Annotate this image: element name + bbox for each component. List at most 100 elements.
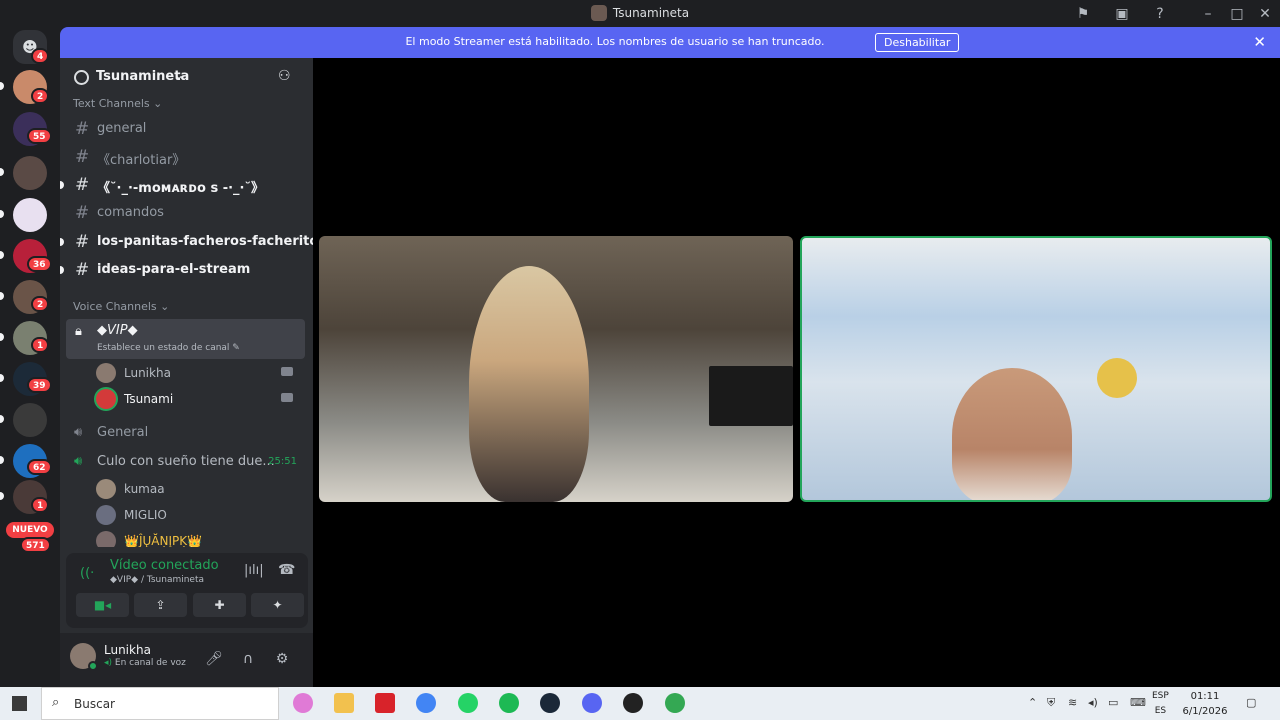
camera-button[interactable]: ■◂ <box>76 593 129 617</box>
disconnect-icon[interactable]: ☎ <box>278 562 295 578</box>
channel-status[interactable]: Establece un estado de canal ✎ <box>97 343 240 353</box>
soundboard-button[interactable]: ✦ <box>251 593 304 617</box>
video-tile-tsunami[interactable] <box>800 236 1272 502</box>
user-status: ◂) En canal de voz <box>104 658 186 668</box>
file-explorer-icon[interactable] <box>334 693 354 713</box>
clock-date: 6/1/2026 <box>1182 706 1228 717</box>
channel-name: general <box>97 121 147 136</box>
battery-icon[interactable]: ▭ <box>1108 696 1118 709</box>
voice-user[interactable]: Tsunami <box>96 387 301 411</box>
channel-sidebar: Tsunamineta ⌄ ⚇ Text Channels ⌄ # genera… <box>60 58 326 687</box>
headphones-icon[interactable]: ∩ <box>238 649 258 669</box>
hash-icon: # <box>75 232 90 252</box>
unread-badge: 62 <box>27 459 52 475</box>
unread-badge: 4 <box>31 48 50 64</box>
voice-user-name: Lunikha <box>124 366 171 380</box>
participant-video <box>469 266 589 502</box>
guild-header[interactable]: Tsunamineta ⌄ ⚇ <box>60 58 313 98</box>
keyboard-icon[interactable]: ⌨ <box>1130 696 1146 709</box>
chrome-profile-icon[interactable] <box>665 693 685 713</box>
channel-los-panitas[interactable]: # los-panitas-facheros-facheritos <box>60 229 326 255</box>
activities-button[interactable]: ✚ <box>193 593 246 617</box>
notification-icon[interactable]: ▢ <box>1246 696 1256 709</box>
user-name[interactable]: Lunikha <box>104 643 151 657</box>
security-icon[interactable]: ⛨ <box>1047 696 1055 710</box>
video-tile-lunikha[interactable] <box>319 236 793 502</box>
video-stage <box>313 58 1280 687</box>
language-code: ESP <box>1152 691 1169 701</box>
unread-pill <box>0 415 4 423</box>
help-icon[interactable]: ? <box>1150 4 1170 24</box>
voice-user[interactable]: Lunikha <box>96 361 301 385</box>
voice-channel-culo[interactable]: 🔊︎ Culo con sueño tiene due... 25:51 <box>68 449 305 475</box>
unread-pill <box>60 181 64 189</box>
taskbar-search[interactable]: ⌕ Buscar <box>41 687 279 720</box>
voice-user-name: MIGLIO <box>124 508 167 522</box>
avatar <box>96 363 116 383</box>
speaker-icon: 🔊︎ <box>74 425 83 440</box>
chrome-icon[interactable] <box>416 693 436 713</box>
wifi-icon[interactable]: ≋ <box>1068 696 1077 709</box>
close-icon[interactable]: ✕ <box>1253 33 1266 51</box>
windows-start-icon[interactable] <box>12 696 27 711</box>
flag-icon[interactable]: ⚑ <box>1073 4 1093 24</box>
disable-button[interactable]: Deshabilitar <box>875 33 960 52</box>
screen-share-button[interactable]: ⇪ <box>134 593 187 617</box>
clock[interactable]: 01:11 6/1/2026 <box>1180 689 1230 719</box>
volume-icon[interactable]: ◂) <box>1088 696 1098 709</box>
server-icon[interactable] <box>13 156 47 190</box>
channel-comandos[interactable]: # comandos <box>68 200 305 226</box>
connection-status[interactable]: Vídeo conectado <box>110 558 219 573</box>
channel-momardos[interactable]: # 《˘·_·-moᴍᴀʀᴅo s -·_·˘》 <box>60 172 305 198</box>
window-title: Tsunamineta <box>612 6 690 20</box>
signal-icon[interactable]: ((· <box>80 566 94 581</box>
noise-suppression-icon[interactable]: |ılı| <box>244 563 264 578</box>
online-status-icon <box>88 661 98 671</box>
voice-user[interactable]: 👑ĴŲĂŅĮPĶ👑 <box>96 529 301 547</box>
acrobat-icon[interactable] <box>375 693 395 713</box>
chevron-up-icon[interactable]: ⌃ <box>1028 696 1037 709</box>
invite-people-icon[interactable]: ⚇ <box>278 68 291 84</box>
category-label: Text Channels <box>73 97 150 110</box>
language-indicator[interactable]: ESP ES <box>1152 689 1169 719</box>
voice-user[interactable]: kumaa <box>96 477 301 501</box>
unread-pill <box>60 266 64 274</box>
voice-user[interactable]: MIGLIO <box>96 503 301 527</box>
channel-general[interactable]: # general <box>68 116 305 142</box>
participant-video <box>952 368 1072 500</box>
unread-badge: 2 <box>31 296 50 312</box>
maximize-button[interactable]: □ <box>1227 4 1247 24</box>
gear-icon[interactable]: ⚙ <box>272 649 292 669</box>
connection-location[interactable]: ◆VIP◆ / Tsunamineta <box>110 575 204 585</box>
spotify-icon[interactable] <box>499 693 519 713</box>
inbox-icon[interactable]: ▣ <box>1112 4 1132 24</box>
whatsapp-icon[interactable] <box>458 693 478 713</box>
copilot-icon[interactable] <box>293 693 313 713</box>
category-voice-channels[interactable]: Voice Channels ⌄ <box>73 300 169 313</box>
channel-ideas-para-el-stream[interactable]: # ideas-para-el-stream <box>60 257 305 283</box>
steam-icon[interactable] <box>540 693 560 713</box>
close-window-button[interactable]: ✕ <box>1255 4 1275 24</box>
minimize-button[interactable]: – <box>1198 4 1218 24</box>
channel-name: comandos <box>97 205 164 220</box>
user-panel: Lunikha ◂) En canal de voz 🎤︎ ∩ ⚙ <box>60 633 313 687</box>
title-bar: Tsunamineta ⚑ ▣ ? – □ ✕ <box>0 0 1280 27</box>
voice-channel-vip[interactable]: 🔒︎ ◆VIP◆ Establece un estado de canal ✎ <box>66 319 305 359</box>
microphone-icon[interactable]: 🎤︎ <box>204 649 224 669</box>
channel-charlotiar[interactable]: # 《charlotiar》 <box>68 144 305 170</box>
voice-user-name: 👑ĴŲĂŅĮPĶ👑 <box>124 534 203 547</box>
server-icon[interactable] <box>13 403 47 437</box>
keyboard-layout: ES <box>1154 706 1167 716</box>
voice-channel-general[interactable]: 🔊︎ General <box>68 420 305 446</box>
avatar <box>96 479 116 499</box>
new-servers-pill[interactable]: NUEVO <box>6 522 54 538</box>
category-text-channels[interactable]: Text Channels ⌄ <box>73 97 162 110</box>
camera-icon <box>281 393 293 402</box>
voice-user-name: Tsunami <box>124 392 174 406</box>
discord-taskbar-icon[interactable] <box>582 693 602 713</box>
server-icon[interactable] <box>13 198 47 232</box>
app-icon[interactable] <box>623 693 643 713</box>
hash-icon: # <box>75 119 90 139</box>
channel-status-text: Establece un estado de canal <box>97 343 230 353</box>
avatar <box>96 389 116 409</box>
